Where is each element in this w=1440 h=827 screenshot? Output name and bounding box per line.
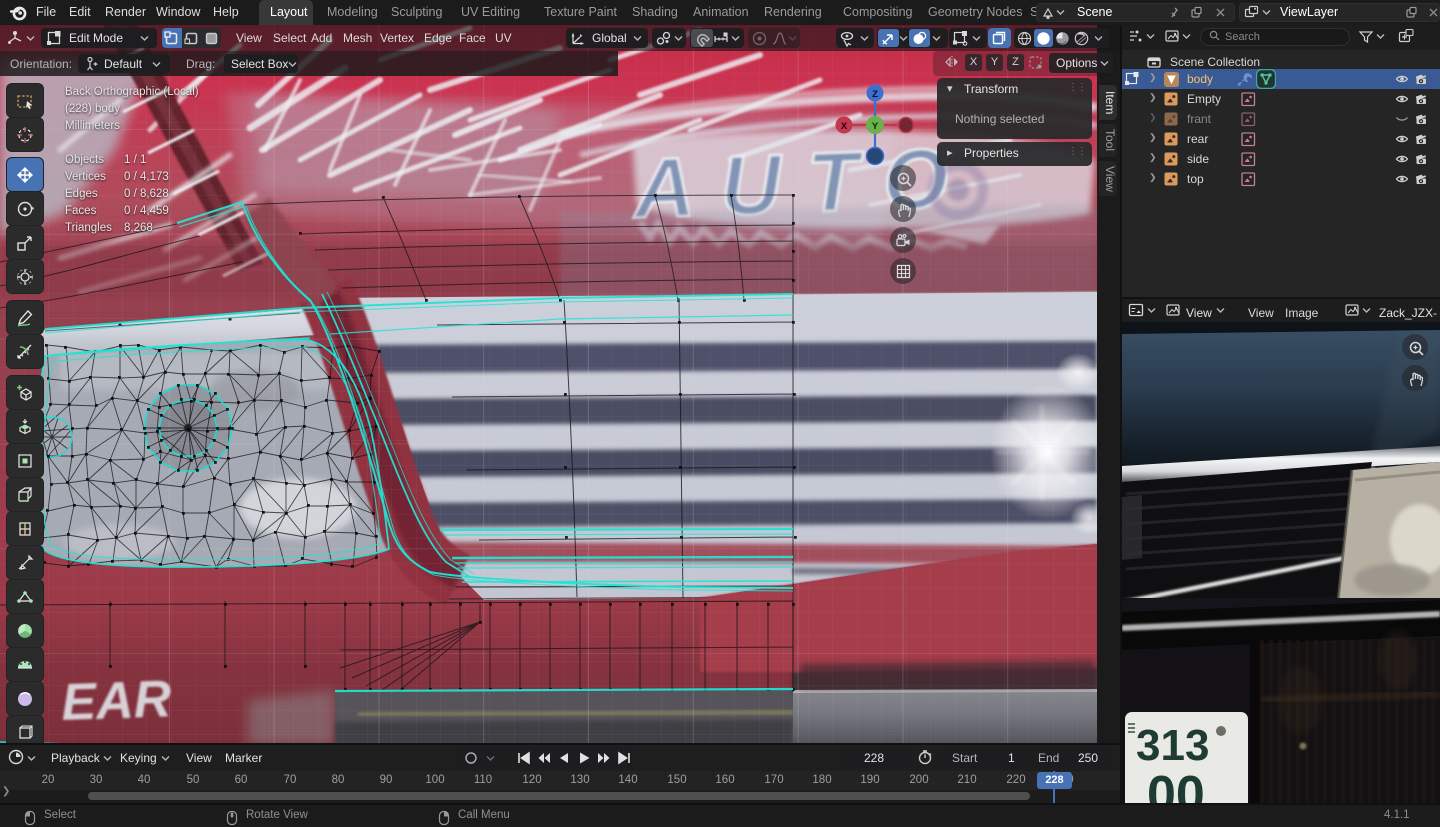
svg-text:Y: Y bbox=[872, 121, 879, 132]
svg-text:313: 313 bbox=[1136, 721, 1209, 770]
svg-text:Z: Z bbox=[872, 89, 878, 100]
svg-text:X: X bbox=[841, 121, 848, 132]
